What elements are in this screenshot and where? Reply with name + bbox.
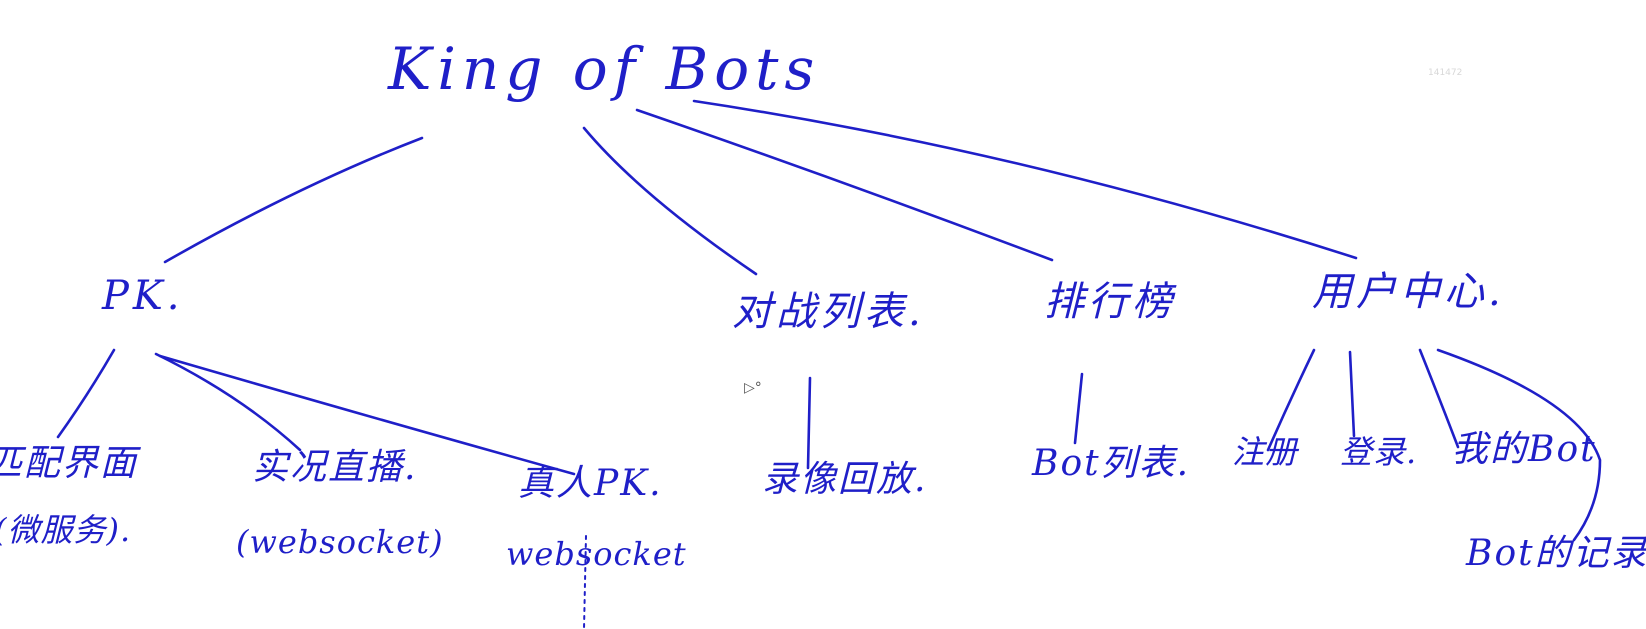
edge-pk-live xyxy=(154,352,302,452)
branch-user-center: 用户中心. xyxy=(1312,269,1505,315)
leaf-user-bot-record: Bot的记录. xyxy=(1466,533,1646,574)
leaf-ranking-bot-list: Bot列表. xyxy=(1032,443,1191,484)
edge-root-ranking xyxy=(635,108,1054,262)
branch-battle-list: 对战列表. xyxy=(732,289,925,335)
edge-user-login xyxy=(1348,350,1356,438)
leaf-pk-live-tech: (websocket) xyxy=(236,523,444,561)
diagram-canvas: 141472 King of Bots PK. 对战列表. 排行榜 用户中心. … xyxy=(0,0,1646,629)
leaf-pk-human-tech: websocket xyxy=(506,535,687,573)
edge-pk-match xyxy=(56,348,116,439)
edge-root-battle-list xyxy=(582,126,758,276)
leaf-user-register: 注册 xyxy=(1232,433,1299,471)
branch-ranking: 排行榜 xyxy=(1044,279,1176,325)
edge-ranking-bot-list xyxy=(1073,372,1084,445)
watermark-text: 141472 xyxy=(1428,68,1463,78)
branch-pk: PK. xyxy=(102,273,184,319)
leaf-pk-match: 匹配界面 xyxy=(0,443,139,484)
edge-battle-replay xyxy=(806,376,812,470)
cursor-icon: ▷° xyxy=(744,380,762,396)
root-title: King of Bots xyxy=(388,35,821,103)
leaf-pk-human: 真人PK. xyxy=(518,463,663,504)
edge-root-pk xyxy=(163,136,424,264)
leaf-user-login: 登录. xyxy=(1340,433,1418,471)
leaf-pk-match-service: (微服务). xyxy=(0,511,132,549)
leaf-battle-replay: 录像回放. xyxy=(762,459,928,500)
edge-root-user-center xyxy=(692,99,1358,260)
leaf-pk-live: 实况直播. xyxy=(252,447,418,488)
leaf-user-my-bot: 我的Bot xyxy=(1452,429,1597,470)
